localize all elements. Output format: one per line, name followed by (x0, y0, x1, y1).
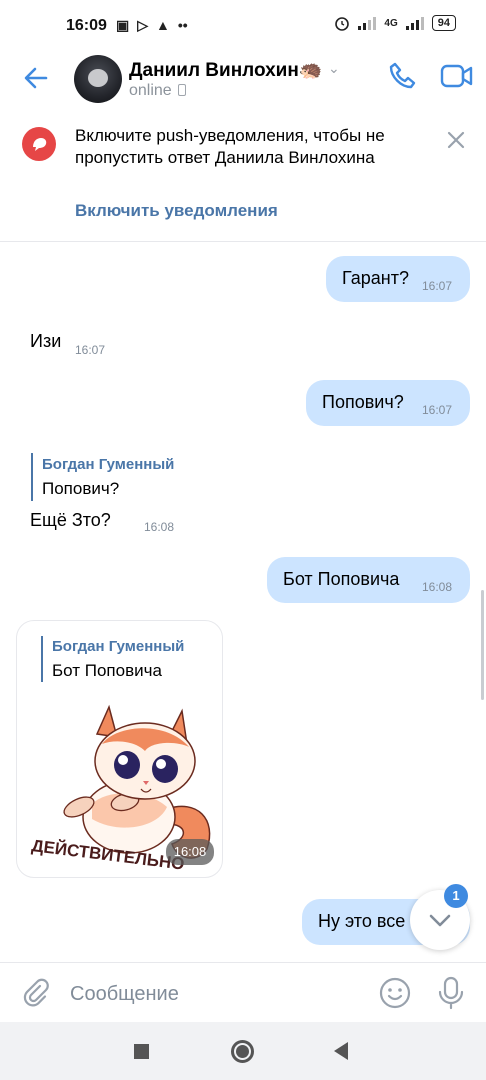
video-camera-icon (440, 64, 473, 88)
message-time: 16:07 (422, 279, 453, 293)
call-button[interactable] (386, 60, 418, 92)
mobile-icon (177, 84, 186, 96)
avatar[interactable] (74, 55, 122, 103)
message-outgoing[interactable]: Бот Поповича 16:08 (267, 557, 470, 603)
status-bar: 16:09 ▣ ▷ ▲ •• 4G 94 (0, 0, 486, 50)
back-button[interactable] (20, 62, 52, 94)
status-time: 16:09 (66, 17, 107, 34)
message-text: Бот Поповича (283, 569, 400, 589)
message-text: Гарант? (342, 268, 409, 288)
voice-message-button[interactable] (436, 975, 466, 1011)
reply-text: Попович? (42, 479, 120, 498)
paperclip-icon (23, 978, 49, 1007)
close-icon (447, 131, 465, 149)
reply-bar (31, 453, 33, 501)
contact-name[interactable]: Даниил Винлохин🦔 (129, 58, 323, 82)
notification-icon (22, 127, 56, 161)
message-text: Изи (30, 331, 62, 351)
arrow-left-icon (24, 67, 48, 89)
close-button[interactable] (444, 128, 468, 152)
signal-icon (358, 17, 377, 30)
notice-text: Включите push-уведомления, чтобы не проп… (75, 126, 385, 167)
message-composer (0, 962, 486, 1022)
video-call-button[interactable] (440, 62, 474, 90)
push-notification-banner: Включите push-уведомления, чтобы не проп… (0, 110, 486, 242)
recent-apps-icon[interactable] (134, 1044, 149, 1059)
warning-icon: ▲ (156, 17, 170, 33)
reply-author: Богдан Гуменный (52, 638, 185, 655)
message-text: Ну это все (318, 911, 406, 931)
smile-icon (379, 977, 411, 1009)
message-outgoing[interactable]: Попович? 16:07 (306, 380, 470, 426)
chat-header: Даниил Винлохин🦔 ⌄ online (0, 50, 486, 110)
message-time: 16:08 (422, 580, 453, 594)
reply-bar (41, 636, 43, 682)
message-time: 16:08 (166, 839, 214, 865)
more-dots-icon: •• (177, 17, 188, 33)
signal-icon-2 (405, 17, 424, 30)
emoji-button[interactable] (378, 976, 412, 1010)
network-type: 4G (384, 17, 398, 29)
alarm-icon (335, 17, 350, 31)
unread-badge: 1 (444, 884, 468, 908)
reply-text: Бот Поповича (52, 661, 162, 680)
hedgehog-emoji: 🦔 (298, 60, 323, 81)
message-time: 16:07 (75, 343, 106, 357)
reply-author: Богдан Гуменный (42, 456, 175, 473)
phone-icon (389, 62, 416, 89)
home-icon[interactable] (231, 1040, 254, 1063)
back-triangle-icon[interactable] (334, 1042, 348, 1060)
play-icon: ▷ (137, 17, 149, 33)
message-text: Ещё Зто? (30, 510, 111, 530)
microphone-icon (438, 976, 464, 1010)
enable-notifications-link[interactable]: Включить уведомления (75, 201, 278, 221)
message-text: Попович? (322, 392, 404, 412)
message-time: 16:07 (422, 403, 453, 417)
chevron-down-icon[interactable]: ⌄ (328, 60, 340, 77)
message-time: 16:08 (144, 520, 175, 534)
system-navigation-bar (0, 1022, 486, 1080)
scrollbar[interactable] (481, 590, 484, 700)
message-outgoing[interactable]: Гарант? 16:07 (326, 256, 470, 302)
contact-status: online (129, 82, 186, 100)
message-incoming[interactable]: Изи (30, 331, 61, 352)
battery-icon: 94 (431, 15, 456, 31)
message-input[interactable] (70, 980, 360, 1008)
sim-icon: ▣ (116, 17, 130, 33)
attach-button[interactable] (20, 977, 52, 1009)
